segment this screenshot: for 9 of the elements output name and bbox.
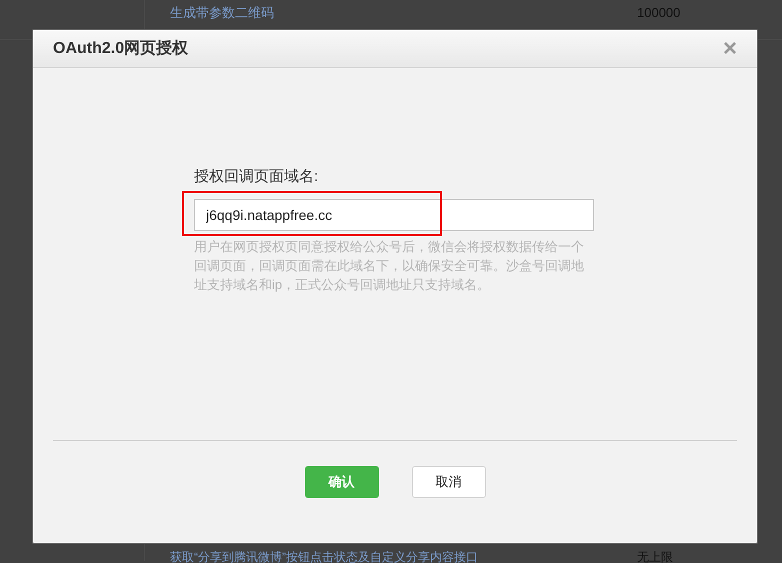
domain-field[interactable]: j6qq9i.natappfree.cc [194, 198, 594, 230]
close-button[interactable]: × [722, 36, 737, 60]
confirm-button[interactable]: 确认 [304, 466, 378, 498]
table-link[interactable]: 获取“分享到腾讯微博”按钮点击状态及自定义分享内容接口 [170, 550, 478, 563]
cancel-button[interactable]: 取消 [412, 466, 486, 498]
dialog-title: OAuth2.0网页授权 [53, 38, 188, 58]
help-text: 用户在网页授权页同意授权给公众号后，微信会将授权数据传给一个回调页面，回调页面需在此域名下，以确保安全可靠。沙盒号回调地址支持域名和ip，正式公众号回调地址只支持域名。 [194, 238, 585, 294]
table-link[interactable]: 生成带参数二维码 [170, 5, 274, 20]
field-label: 授权回调页面域名: [194, 167, 320, 187]
